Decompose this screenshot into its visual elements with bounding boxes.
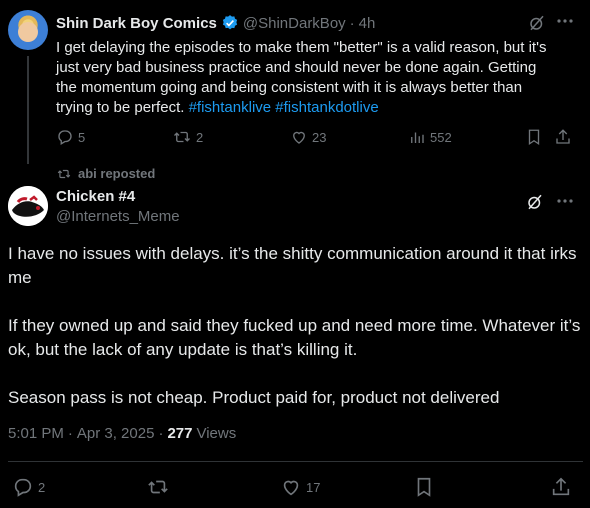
verified-badge-icon <box>221 14 239 32</box>
more-icon[interactable] <box>556 198 574 204</box>
parent-tweet-text: I get delaying the episodes to make them… <box>56 38 556 118</box>
parent-tweet-header: Shin Dark Boy Comics @ShinDarkBoy · 4h <box>56 14 375 32</box>
grok-icon[interactable] <box>528 14 546 32</box>
grok-icon[interactable] <box>526 193 544 211</box>
like-count: 23 <box>312 129 327 145</box>
bookmark-button[interactable] <box>414 476 434 498</box>
reply-button[interactable]: 5 <box>56 128 85 146</box>
separator-dot: · <box>158 425 164 442</box>
like-count: 17 <box>306 479 321 495</box>
share-button[interactable] <box>550 476 572 498</box>
like-button[interactable]: 23 <box>290 128 326 146</box>
tweet-date[interactable]: Apr 3, 2025 <box>77 425 155 442</box>
repost-count: 2 <box>196 129 204 145</box>
analytics-icon <box>408 128 426 146</box>
views-count: 277 <box>167 425 193 442</box>
repost-button[interactable] <box>146 476 170 498</box>
repost-icon <box>146 476 170 498</box>
tweet-meta: 5:01 PM · Apr 3, 2025 · 277 Views <box>8 425 236 442</box>
share-icon <box>550 476 572 498</box>
hashtag-link[interactable]: #fishtankdotlive <box>275 99 378 116</box>
separator-dot: · <box>349 14 355 32</box>
reply-button[interactable]: 2 <box>12 476 45 498</box>
repost-banner[interactable]: abi reposted <box>56 166 155 181</box>
bookmark-icon <box>414 476 434 498</box>
heart-icon <box>290 128 308 146</box>
tweet-time[interactable]: 5:01 PM <box>8 425 64 442</box>
like-button[interactable]: 17 <box>280 476 320 498</box>
bookmark-button[interactable] <box>526 128 542 146</box>
reply-count: 2 <box>38 479 46 495</box>
repost-banner-text: abi reposted <box>78 166 156 181</box>
divider <box>8 461 583 462</box>
views-count: 552 <box>430 129 452 145</box>
avatar[interactable] <box>8 10 48 50</box>
views-button[interactable]: 552 <box>408 128 452 146</box>
reply-icon <box>12 476 34 498</box>
reply-icon <box>56 128 74 146</box>
reply-count: 5 <box>78 129 86 145</box>
thread-line <box>27 56 29 164</box>
author-handle[interactable]: @ShinDarkBoy <box>243 15 346 32</box>
heart-icon <box>280 476 302 498</box>
share-button[interactable] <box>554 128 572 146</box>
author-handle[interactable]: @Internets_Meme <box>56 208 180 225</box>
repost-button[interactable]: 2 <box>172 128 203 146</box>
tweet-paragraph: If they owned up and said they fucked up… <box>8 316 581 359</box>
tweet-paragraph: I have no issues with delays. it’s the s… <box>8 244 577 287</box>
hashtag-link[interactable]: #fishtanklive <box>189 99 272 116</box>
main-tweet-text: I have no issues with delays. it’s the s… <box>8 242 583 434</box>
tweet-paragraph: Season pass is not cheap. Product paid f… <box>8 388 500 407</box>
avatar[interactable] <box>8 186 48 226</box>
more-icon[interactable] <box>556 18 574 24</box>
bookmark-icon <box>526 128 542 146</box>
separator-dot: · <box>67 425 73 442</box>
main-action-bar: 2 17 <box>8 476 583 498</box>
author-name[interactable]: Chicken #4 <box>56 188 135 205</box>
share-icon <box>554 128 572 146</box>
views-label: Views <box>196 425 237 442</box>
timestamp[interactable]: 4h <box>359 15 376 32</box>
repost-icon <box>56 167 72 181</box>
parent-action-bar: 5 2 23 552 <box>56 128 576 148</box>
author-name[interactable]: Shin Dark Boy Comics <box>56 15 217 32</box>
repost-icon <box>172 128 192 146</box>
